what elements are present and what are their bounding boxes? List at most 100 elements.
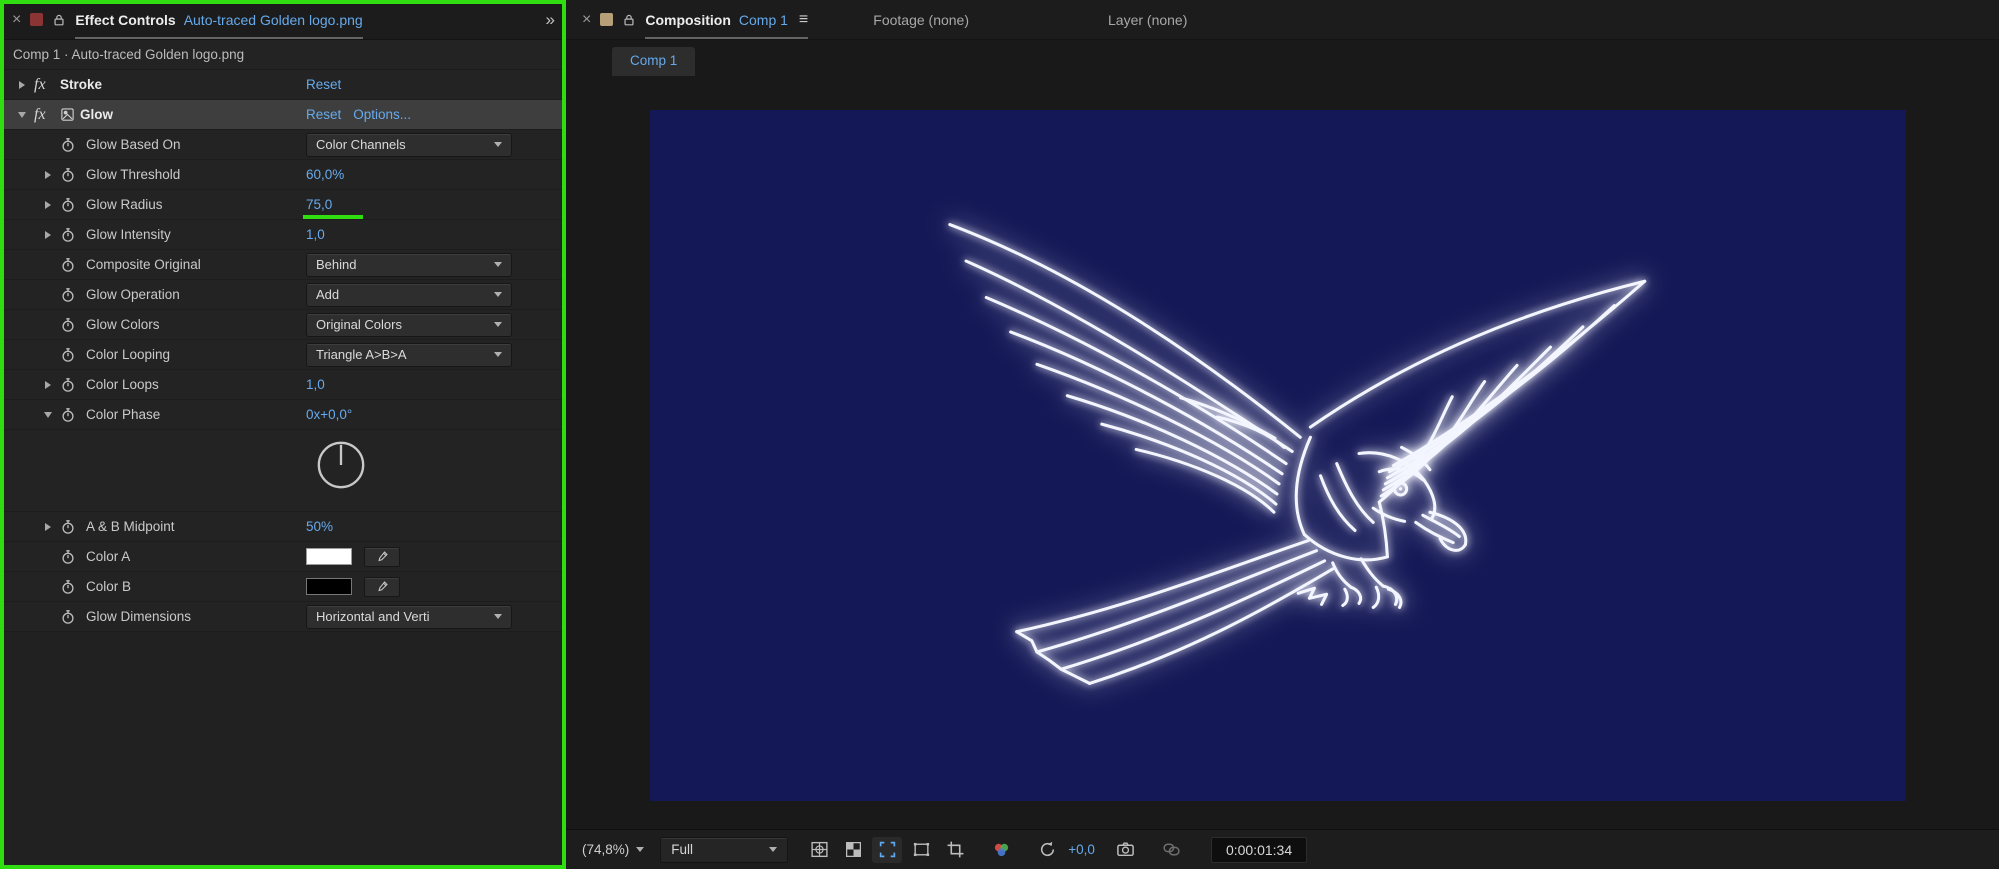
stopwatch-icon[interactable] <box>60 609 86 625</box>
glow-dimensions-dropdown[interactable]: Horizontal and Verti <box>306 604 512 629</box>
collapse-arrow-icon[interactable] <box>10 111 34 118</box>
tab-composition[interactable]: Composition Comp 1 ≡ <box>645 0 809 39</box>
param-value[interactable]: 50% <box>306 519 333 534</box>
stopwatch-icon[interactable] <box>60 227 86 243</box>
glow-colors-dropdown[interactable]: Original Colors <box>306 312 512 337</box>
fx-icon[interactable]: fx <box>34 76 60 94</box>
collapse-arrow-icon[interactable] <box>36 411 60 418</box>
param-value[interactable]: 0x+0,0° <box>306 407 352 422</box>
snapshot-icon <box>1162 840 1181 859</box>
glow-based-on-dropdown[interactable]: Color Channels <box>306 132 512 157</box>
mask-visibility-button[interactable] <box>906 837 936 863</box>
eyedropper-button[interactable] <box>364 576 400 597</box>
effect-name[interactable]: Glow <box>80 107 113 122</box>
comp-canvas[interactable] <box>650 110 1906 801</box>
param-value[interactable]: 60,0% <box>306 167 344 182</box>
show-channels-button[interactable] <box>986 837 1016 863</box>
zoom-dropdown[interactable]: (74,8%) <box>582 842 645 857</box>
crop-region-button[interactable] <box>940 837 970 863</box>
stopwatch-icon[interactable] <box>60 407 86 423</box>
stopwatch-icon[interactable] <box>60 519 86 535</box>
chevron-down-icon <box>494 262 502 267</box>
close-icon[interactable]: × <box>582 11 591 28</box>
composite-original-dropdown[interactable]: Behind <box>306 252 512 277</box>
breadcrumb-text: Comp 1 · Auto-traced Golden logo.png <box>13 47 245 62</box>
effect-controls-panel: × Effect Controls Auto-traced Golden log… <box>0 0 566 869</box>
param-label: Color B <box>86 579 132 594</box>
stopwatch-icon[interactable] <box>60 257 86 273</box>
transparency-grid-button[interactable] <box>838 837 868 863</box>
eyedropper-button[interactable] <box>364 546 400 567</box>
param-row-glow-based-on: Glow Based On Color Channels <box>0 130 566 160</box>
effect-row-stroke[interactable]: fx Stroke Reset <box>0 70 566 100</box>
expand-arrow-icon[interactable] <box>10 80 34 89</box>
glow-operation-dropdown[interactable]: Add <box>306 282 512 307</box>
chevron-down-icon <box>494 142 502 147</box>
rgb-channels-icon <box>992 840 1011 859</box>
color-b-swatch[interactable] <box>306 578 352 595</box>
lock-icon[interactable] <box>622 13 636 27</box>
stopwatch-icon[interactable] <box>60 287 86 303</box>
expand-arrow-icon[interactable] <box>36 522 60 531</box>
resolution-value: Full <box>671 842 694 857</box>
expand-arrow-icon[interactable] <box>36 230 60 239</box>
dropdown-value: Triangle A>B>A <box>316 347 407 362</box>
close-icon[interactable]: × <box>12 11 21 28</box>
tab-footage[interactable]: Footage (none) <box>873 12 969 28</box>
eyedropper-icon <box>376 550 389 563</box>
expand-arrow-icon[interactable] <box>36 380 60 389</box>
take-snapshot-button[interactable] <box>1111 837 1141 863</box>
stopwatch-icon[interactable] <box>60 137 86 153</box>
effect-name[interactable]: Stroke <box>60 77 102 92</box>
timecode-display[interactable]: 0:00:01:34 <box>1210 836 1308 863</box>
color-a-swatch[interactable] <box>306 548 352 565</box>
param-value[interactable]: 1,0 <box>306 227 325 242</box>
composition-viewport[interactable] <box>566 76 1999 829</box>
effect-controls-tab-bar: × Effect Controls Auto-traced Golden log… <box>0 0 566 40</box>
stopwatch-icon[interactable] <box>60 549 86 565</box>
angle-dial[interactable] <box>314 438 368 492</box>
param-row-ab-midpoint: A & B Midpoint 50% <box>0 512 566 542</box>
stopwatch-icon[interactable] <box>60 317 86 333</box>
panel-overflow-icon[interactable]: » <box>546 10 556 30</box>
stopwatch-icon[interactable] <box>60 167 86 183</box>
viewport-options-group <box>804 836 970 863</box>
param-label: A & B Midpoint <box>86 519 175 534</box>
expand-arrow-icon[interactable] <box>36 170 60 179</box>
reset-exposure-button[interactable] <box>1032 837 1062 863</box>
resolution-dropdown[interactable]: Full <box>660 836 789 863</box>
param-row-glow-operation: Glow Operation Add <box>0 280 566 310</box>
stopwatch-icon[interactable] <box>60 197 86 213</box>
fx-icon[interactable]: fx <box>34 106 60 124</box>
color-looping-dropdown[interactable]: Triangle A>B>A <box>306 342 512 367</box>
tab-label: Composition <box>645 11 731 28</box>
stopwatch-icon[interactable] <box>60 347 86 363</box>
expand-arrow-icon[interactable] <box>36 200 60 209</box>
stopwatch-icon[interactable] <box>60 579 86 595</box>
glow-options-link[interactable]: Options... <box>353 107 411 122</box>
param-label: Color Phase <box>86 407 161 422</box>
grid-options-button[interactable] <box>804 837 834 863</box>
comp-document-tab[interactable]: Comp 1 <box>612 47 696 76</box>
tab-effect-controls[interactable]: Effect Controls Auto-traced Golden logo.… <box>75 0 363 39</box>
region-of-interest-button[interactable] <box>872 836 903 863</box>
param-value[interactable]: 1,0 <box>306 377 325 392</box>
effect-row-glow[interactable]: fx Glow Reset Options... <box>0 100 566 130</box>
exposure-value[interactable]: +0,0 <box>1068 842 1095 857</box>
stopwatch-icon[interactable] <box>60 377 86 393</box>
dropdown-value: Add <box>316 287 340 302</box>
tab-layer[interactable]: Layer (none) <box>1108 12 1187 28</box>
param-row-color-a: Color A <box>0 542 566 572</box>
stroke-reset-link[interactable]: Reset <box>306 77 341 92</box>
composition-panel: × Composition Comp 1 ≡ Footage (none) La… <box>566 0 1999 869</box>
show-snapshot-button[interactable] <box>1157 837 1187 863</box>
glow-radius-value[interactable]: 75,0 <box>302 197 364 219</box>
eyedropper-icon <box>376 580 389 593</box>
glow-reset-link[interactable]: Reset <box>306 107 341 122</box>
chevron-down-icon <box>769 847 778 852</box>
param-label: Glow Radius <box>86 197 163 212</box>
checkerboard-icon <box>844 840 863 859</box>
lock-icon[interactable] <box>52 13 66 27</box>
panel-menu-icon[interactable]: ≡ <box>799 11 808 29</box>
param-row-glow-intensity: Glow Intensity 1,0 <box>0 220 566 250</box>
